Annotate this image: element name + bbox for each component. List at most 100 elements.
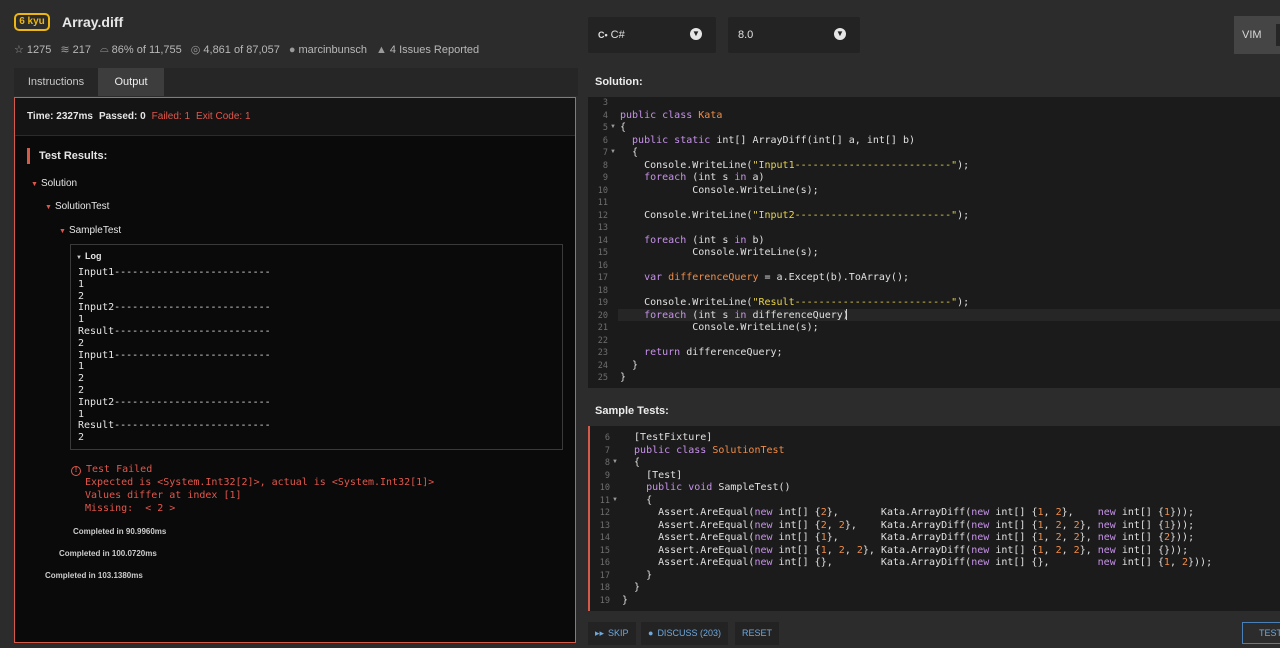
log-line: Result--------------------------: [78, 325, 271, 337]
code-token: int[] {: [778, 507, 821, 518]
fold-caret-icon[interactable]: ▼: [612, 459, 618, 465]
code-token: Assert.AreEqual(: [622, 557, 755, 568]
code-token: (int s: [692, 234, 735, 246]
skip-button[interactable]: ▸▸ SKIP: [588, 622, 636, 645]
collections-stat[interactable]: ≋ 217: [60, 43, 91, 57]
line-number: 6: [604, 433, 610, 443]
issues-stat[interactable]: ▲ 4 Issues Reported: [376, 44, 479, 56]
run-summary: Time: 2327ms Passed: 0 Failed: 1 Exit Co…: [15, 98, 575, 136]
code-line: public class Kata: [620, 110, 722, 121]
line-number: 10: [597, 185, 608, 196]
code-token: new: [1097, 557, 1122, 568]
code-token: }, Kata.ArrayDiff(: [826, 507, 972, 518]
code-line: }: [620, 360, 638, 371]
fold-caret-icon[interactable]: ▼: [610, 149, 616, 155]
line-number: 9: [604, 470, 610, 481]
code-line: }: [620, 372, 626, 383]
solution-heading: Solution:: [588, 68, 1280, 96]
code-token: },: [1079, 544, 1098, 556]
code-token: {: [620, 122, 627, 133]
code-token: a): [752, 172, 765, 183]
code-token: }));: [1170, 532, 1195, 543]
code-token: in: [734, 172, 753, 183]
code-token: Console.WriteLine(s);: [620, 184, 819, 196]
code-token: new: [971, 532, 996, 543]
fail-detail-line: Expected is <System.Int32[2]>, actual is…: [85, 477, 435, 488]
completed-time-solution: Completed in 103.1380ms: [45, 571, 143, 580]
tab-instructions[interactable]: Instructions: [14, 68, 98, 96]
code-token: ,: [1043, 532, 1056, 543]
line-number: 7: [602, 148, 608, 158]
log-toggle[interactable]: ▼ Log: [76, 251, 101, 261]
tree-node-solutiontest[interactable]: ▼ SolutionTest: [45, 201, 109, 212]
csharp-icon: C•: [598, 30, 608, 40]
fold-caret-icon[interactable]: ▼: [612, 497, 618, 503]
log-line: 1: [78, 314, 85, 326]
line-number: 16: [597, 260, 608, 271]
log-line: Input1--------------------------: [78, 349, 271, 361]
code-line: Console.WriteLine(s);: [620, 322, 818, 333]
line-number: 14: [599, 533, 610, 543]
code-token: new: [1097, 532, 1122, 543]
code-line: foreach (int s in b): [620, 234, 765, 246]
tree-node-solution[interactable]: ▼ Solution: [31, 178, 77, 189]
fold-caret-icon[interactable]: ▼: [610, 124, 616, 130]
line-gutter: 3 4 5 ▼ 6 7 ▼ 8 9 10 11 12 13 14 15 16 17 18 19 20 21 22 23 24 2…: [588, 97, 618, 388]
code-token: int[] {}));: [1121, 544, 1189, 556]
code-token: int[] ArrayDiff(int[] a, int[] b): [716, 134, 916, 146]
version-select[interactable]: 8.0 ▼: [728, 17, 860, 53]
code-token: [Test]: [622, 469, 683, 481]
code-token: return: [620, 347, 687, 358]
code-token: = a.Except(b).ToArray();: [758, 272, 910, 283]
author-stat[interactable]: ● marcinbunsch: [289, 44, 367, 56]
code-token: public static: [620, 134, 717, 146]
code-line: Assert.AreEqual(new int[] {2}, Kata.Arra…: [622, 507, 1194, 518]
code-token: int[] {: [995, 519, 1038, 531]
code-token: ,: [1061, 532, 1074, 543]
kata-title[interactable]: Array.diff: [62, 14, 123, 30]
target-icon: ◎: [190, 44, 201, 56]
line-number: 5: [602, 123, 608, 133]
rank-badge: 6 kyu: [14, 13, 50, 31]
line-number: 10: [599, 483, 610, 493]
gauge-icon: ⌓: [99, 43, 109, 55]
code-token: }));: [1170, 507, 1195, 518]
code-line: Assert.AreEqual(new int[] {2, 2}, Kata.A…: [622, 520, 1194, 531]
code-line: Console.WriteLine("Result---------------…: [620, 297, 969, 308]
line-number: 16: [599, 558, 610, 568]
fast-forward-icon: ▸▸: [595, 628, 605, 638]
tree-node-sampletest[interactable]: ▼ SampleTest: [59, 225, 121, 236]
user-icon: ●: [288, 43, 296, 56]
discuss-button[interactable]: ● DISCUSS (203): [641, 622, 728, 645]
code-token: SampleTest(): [718, 482, 791, 493]
reset-button[interactable]: RESET: [735, 622, 780, 645]
test-button[interactable]: TEST: [1242, 622, 1280, 644]
code-token: new: [754, 557, 779, 568]
language-select[interactable]: C• C# ▼: [588, 17, 716, 53]
line-number: 12: [599, 508, 610, 518]
code-token: ,: [1061, 544, 1074, 556]
code-token: Assert.AreEqual(: [622, 519, 755, 531]
line-number: 24: [597, 360, 608, 371]
output-panel: Time: 2327ms Passed: 0 Failed: 1 Exit Co…: [14, 97, 576, 643]
code-token: foreach: [620, 234, 693, 246]
line-number: 19: [599, 595, 610, 606]
code-token: public void: [622, 482, 719, 493]
code-line: Console.WriteLine("Input1---------------…: [620, 160, 969, 171]
code-token: b): [752, 234, 765, 246]
chat-icon: ●: [648, 628, 654, 638]
log-line: 1: [78, 361, 85, 373]
solution-editor[interactable]: 3 4 5 ▼ 6 7 ▼ 8 9 10 11 12 13 14 15 16 17 18 19 20 21 22 23 24 2…: [588, 97, 1280, 388]
log-line: Result--------------------------: [78, 420, 271, 432]
line-number: 23: [597, 348, 608, 358]
line-number: 7: [604, 445, 610, 456]
test-failure: ! Test Failed Expected is <System.Int32[2…: [71, 463, 434, 515]
sample-tests-editor[interactable]: 6 7 8 ▼ 9 10 11 ▼ 12 13 14 15 16 17 18 19 [TestFixture]…: [588, 426, 1280, 611]
line-number: 11: [599, 495, 610, 506]
vim-toggle[interactable]: VIM: [1234, 16, 1280, 54]
code-token: int[] {: [995, 544, 1038, 556]
tab-output[interactable]: Output: [98, 68, 164, 96]
log-line: 2: [78, 337, 85, 349]
sample-tests-heading: Sample Tests:: [588, 397, 1280, 425]
stars-stat[interactable]: ☆ 1275: [14, 43, 51, 57]
